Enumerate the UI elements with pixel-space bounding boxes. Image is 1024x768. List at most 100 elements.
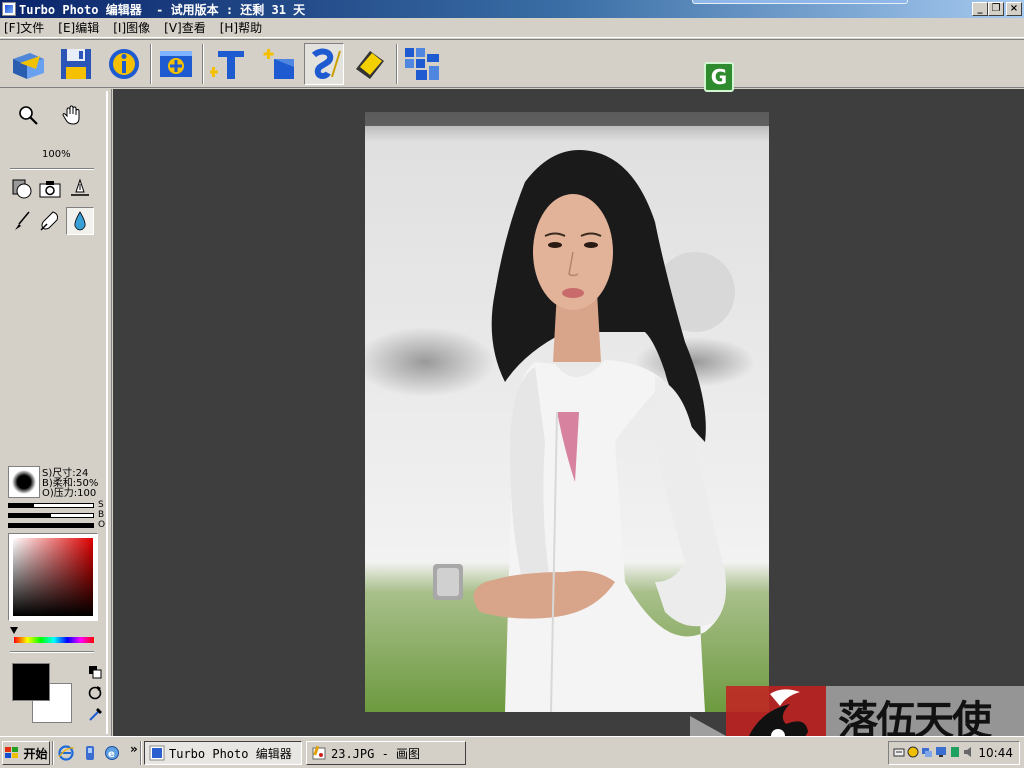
close-button[interactable]: × xyxy=(1006,2,1022,16)
keyboard-icon[interactable] xyxy=(893,746,905,758)
tools-panel: 100% S)尺寸:24 B)柔和:50% O)压力:100 S B O xyxy=(0,89,112,736)
title-bar-widget xyxy=(692,0,908,4)
layers-tool-icon xyxy=(356,51,384,79)
system-tray: 10:44 xyxy=(888,741,1020,765)
saturation-palette[interactable] xyxy=(13,538,93,616)
network-icon[interactable] xyxy=(921,746,933,758)
app-icon xyxy=(2,2,16,16)
brush-pressure-fill xyxy=(9,524,93,527)
open-folder-icon xyxy=(13,53,44,79)
foreground-color-swatch[interactable] xyxy=(12,663,50,701)
media-icon[interactable] xyxy=(82,745,98,761)
turbo-photo-app-icon xyxy=(149,745,165,761)
paint-app-icon xyxy=(312,745,326,760)
menu-image[interactable]: [I]图像 xyxy=(113,19,150,36)
restore-button[interactable]: ❐ xyxy=(988,2,1004,16)
menu-edit[interactable]: [E]编辑 xyxy=(58,19,99,36)
brush-tool[interactable] xyxy=(8,207,36,235)
zoom-level: 100% xyxy=(42,149,71,160)
clone-tool[interactable] xyxy=(36,207,64,235)
soft-slider-letter: B xyxy=(98,510,105,520)
batch-tool-icon xyxy=(405,48,439,80)
save-button[interactable] xyxy=(56,43,96,85)
text-tool-icon xyxy=(210,51,244,79)
task-turbo-photo[interactable]: Turbo Photo 编辑器 ... xyxy=(144,741,302,765)
add-frame-button[interactable] xyxy=(156,43,196,85)
reset-colors-icon[interactable] xyxy=(88,665,102,679)
brush-pressure-slider[interactable] xyxy=(8,523,94,528)
brush-size-fill xyxy=(9,504,35,507)
outlook-icon[interactable]: e xyxy=(104,745,120,761)
window-title: Turbo Photo 编辑器 - 试用版本 : 还剩 31 天 xyxy=(19,2,306,17)
drop-icon xyxy=(74,211,86,231)
info-button[interactable] xyxy=(104,43,144,85)
menu-view[interactable]: [V]查看 xyxy=(164,19,206,36)
qq-icon[interactable] xyxy=(907,746,919,758)
brush-soft-slider[interactable] xyxy=(8,513,94,518)
add-frame-icon xyxy=(160,51,192,77)
toolbar-separator xyxy=(202,44,204,84)
title-bar: Turbo Photo 编辑器 - 试用版本 : 还剩 31 天 _ ❐ × xyxy=(0,0,1024,18)
task-paint[interactable]: 23.JPG - 画图 xyxy=(306,741,466,765)
size-slider-letter: S xyxy=(98,500,104,510)
photo-canvas[interactable] xyxy=(365,112,769,712)
taskbar: 开始 e » Turbo Photo 编辑器 ... 23.JPG - 画图 1… xyxy=(0,736,1024,768)
svg-text:e: e xyxy=(108,749,115,760)
photo-woman-image xyxy=(365,112,769,712)
taskbar-separator xyxy=(52,741,54,765)
camera-tool[interactable] xyxy=(36,175,64,203)
effects-button[interactable] xyxy=(304,43,344,85)
brush-soft-fill xyxy=(9,514,51,517)
hand-tool[interactable] xyxy=(58,101,86,129)
toolbar-separator xyxy=(396,44,398,84)
safety-icon[interactable] xyxy=(949,746,961,758)
swap-colors-icon[interactable] xyxy=(87,685,103,701)
clock: 10:44 xyxy=(978,746,1013,760)
select-shape-tool[interactable] xyxy=(8,175,36,203)
brush-icon xyxy=(15,211,30,230)
brush-pressure-label: O)压力:100 xyxy=(42,488,97,499)
save-disk-icon xyxy=(61,49,91,79)
menu-help[interactable]: [H]帮助 xyxy=(220,19,262,36)
divider xyxy=(10,651,94,653)
brush-size-slider[interactable] xyxy=(8,503,94,508)
text-button[interactable] xyxy=(208,43,248,85)
stamp-icon xyxy=(40,211,58,231)
open-button[interactable] xyxy=(8,43,48,85)
hue-marker[interactable] xyxy=(10,627,18,634)
volume-icon[interactable] xyxy=(963,746,975,758)
hand-icon xyxy=(62,105,80,125)
pen-tool[interactable] xyxy=(66,175,94,203)
start-label: 开始 xyxy=(23,746,48,761)
menu-bar: [F]文件 [E]编辑 [I]图像 [V]查看 [H]帮助 xyxy=(0,18,1024,38)
windows-logo-icon xyxy=(5,747,19,758)
brush-preview[interactable] xyxy=(8,466,40,498)
eyedropper-icon[interactable] xyxy=(87,705,105,723)
taskbar-separator xyxy=(140,741,142,765)
hue-slider[interactable] xyxy=(14,637,94,643)
minimize-button[interactable]: _ xyxy=(972,2,988,16)
start-button[interactable]: 开始 xyxy=(2,741,50,765)
pressure-slider-letter: O xyxy=(98,520,106,530)
menu-file[interactable]: [F]文件 xyxy=(4,19,44,36)
layers-button[interactable] xyxy=(350,43,390,85)
color-picker[interactable] xyxy=(8,533,98,621)
quicklaunch-more-chevron[interactable]: » xyxy=(130,742,138,756)
monitor-icon[interactable] xyxy=(935,746,947,758)
main-toolbar xyxy=(0,39,1024,88)
sharpen-tool[interactable] xyxy=(66,207,94,235)
crop-button[interactable] xyxy=(260,43,300,85)
floating-g-icon[interactable]: G xyxy=(704,62,734,92)
toolbar-separator xyxy=(150,44,152,84)
canvas-workspace[interactable]: G xyxy=(113,62,1024,736)
crop-tool-icon xyxy=(263,49,294,79)
pen-nib-icon xyxy=(71,178,89,196)
magnifier-icon xyxy=(19,106,38,125)
task-paint-label: 23.JPG - 画图 xyxy=(331,746,421,761)
task-turbo-photo-label: Turbo Photo 编辑器 ... xyxy=(169,746,301,761)
batch-button[interactable] xyxy=(402,43,442,85)
camera-icon xyxy=(39,181,61,198)
zoom-tool[interactable] xyxy=(14,101,42,129)
ie-icon[interactable] xyxy=(58,745,74,761)
shape-select-icon xyxy=(12,179,32,199)
